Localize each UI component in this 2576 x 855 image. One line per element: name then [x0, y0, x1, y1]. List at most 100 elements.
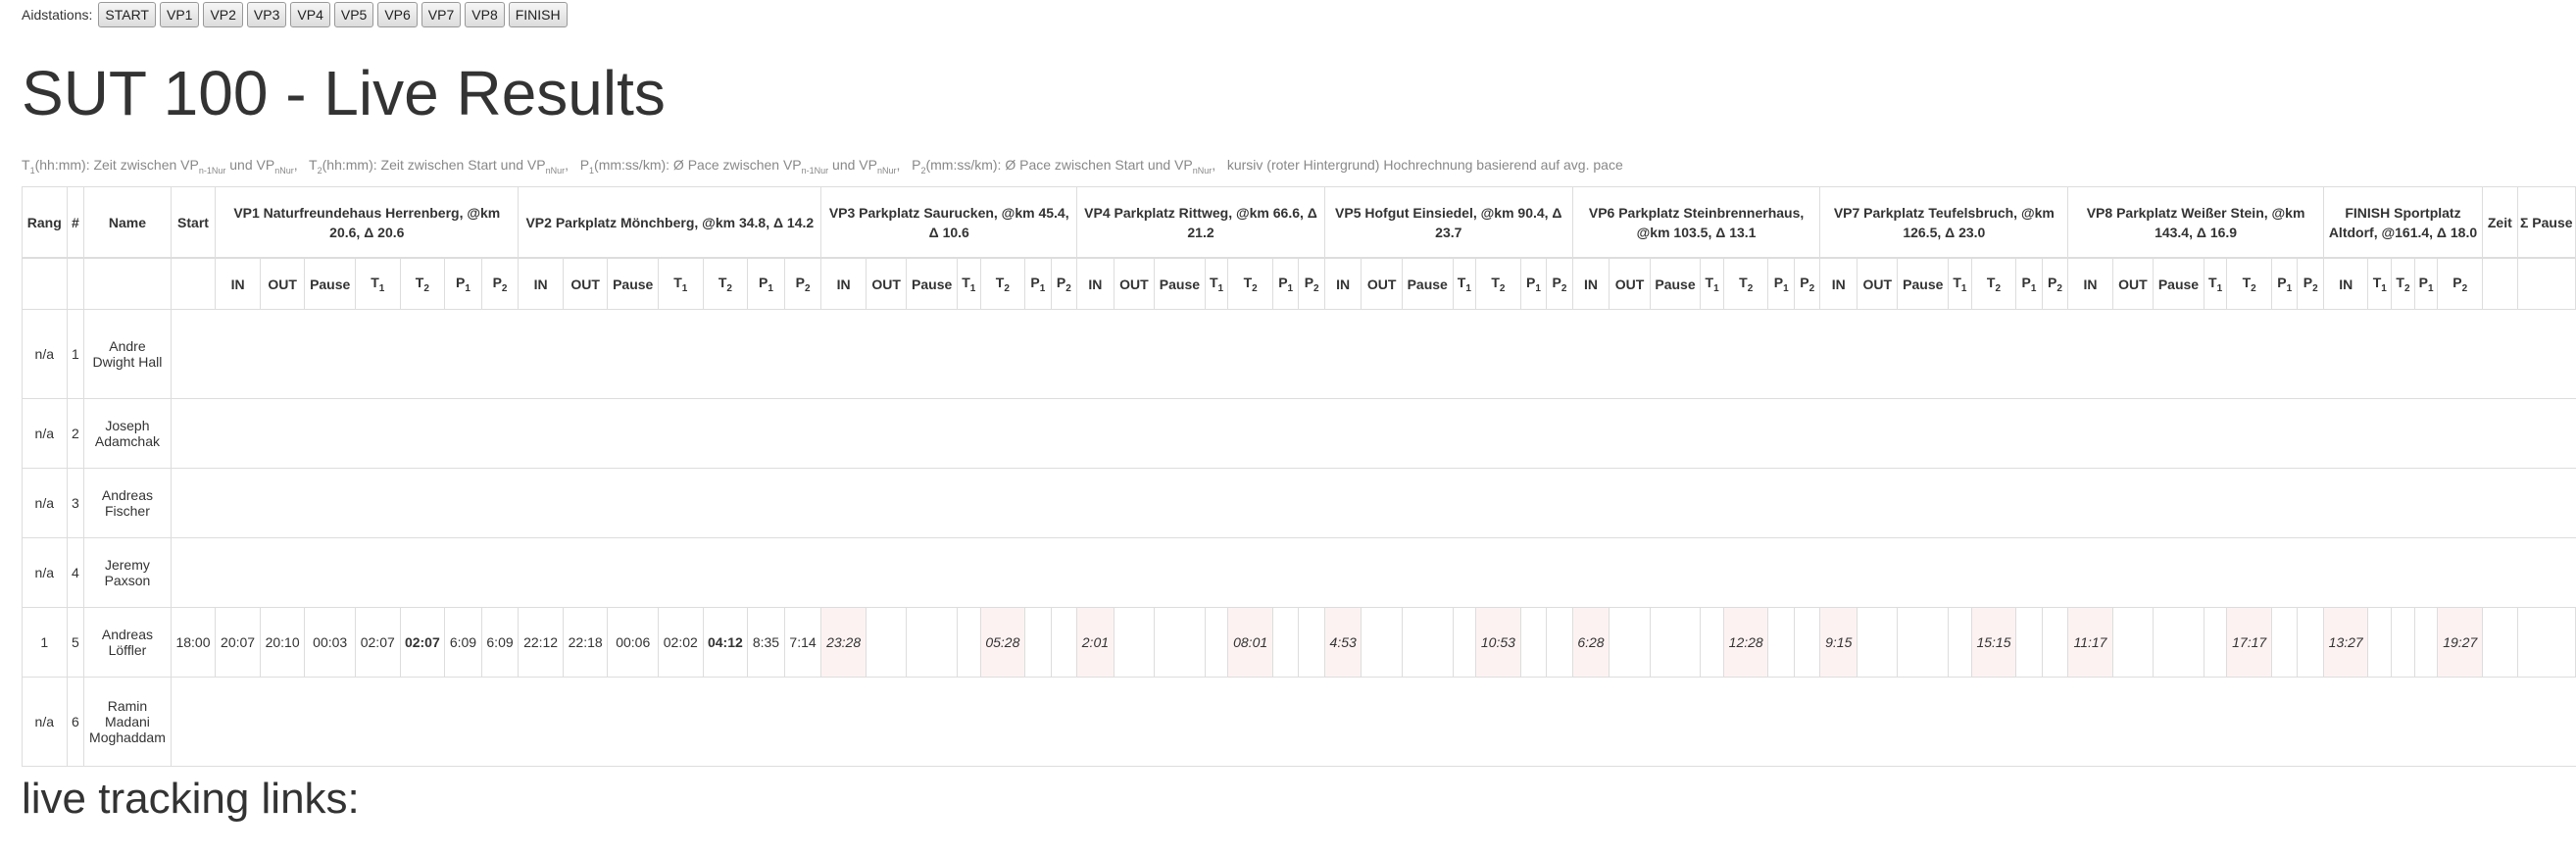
table-row: n/a 1 Andre Dwight Hall: [22, 309, 2576, 399]
aidstation-button-vp1[interactable]: VP1: [159, 2, 200, 27]
header-station-vp6: VP6 Parkplatz Steinbrennerhaus, @km 103.…: [1571, 186, 1821, 259]
vp1-sub-out: OUT: [259, 257, 306, 310]
vp3-sub-p1: P1: [1024, 257, 1052, 310]
cell-vp3-p1: [1024, 607, 1052, 678]
cell-vp7-p1: [2015, 607, 2043, 678]
aidstations-bar: Aidstations: START VP1 VP2 VP3 VP4 VP5 V…: [22, 0, 571, 29]
vp3-sub-in: IN: [820, 257, 867, 310]
cell-number: 3: [66, 468, 85, 538]
cell-name: Joseph Adamchak: [83, 398, 172, 469]
cell-vp2-p1: 8:35: [747, 607, 785, 678]
results-body: n/a 1 Andre Dwight Hall n/a 2 Joseph Adamchak…: [22, 309, 2576, 767]
cell-vp1-out: 20:10: [259, 607, 306, 678]
table-row: n/a 2 Joseph Adamchak: [22, 398, 2576, 469]
cell-vp1-pause: 00:03: [304, 607, 356, 678]
header-station-vp7: VP7 Parkplatz Teufelsbruch, @km 126.5, Δ…: [1819, 186, 2069, 259]
cell-finish-t2-est: 19:27: [2437, 607, 2484, 678]
cell-name: Andreas Fischer: [83, 468, 172, 538]
cell-vp6-p1: [1767, 607, 1795, 678]
vp5-sub-in: IN: [1323, 257, 1362, 310]
vp2-sub-out: OUT: [562, 257, 609, 310]
results-table-wrapper: Rang # Name Start VP1 Naturfreundehaus H…: [22, 186, 2576, 767]
vp2-sub-t2: T2: [702, 257, 749, 310]
vp6-sub-t1: T1: [1700, 257, 1724, 310]
cell-vp3-in: 23:28: [820, 607, 867, 678]
aidstation-button-vp6[interactable]: VP6: [377, 2, 418, 27]
vp6-sub-t2: T2: [1722, 257, 1769, 310]
cell-vp2-out: 22:18: [562, 607, 609, 678]
cell-vp7-pause: [1897, 607, 1950, 678]
aidstation-button-start[interactable]: START: [98, 2, 156, 27]
cell-vp2-t2: 04:12: [702, 607, 749, 678]
cell-vp1-in: 20:07: [215, 607, 261, 678]
table-row: n/a 6 Ramin Madani Moghaddam: [22, 677, 2576, 767]
cell-name: Andre Dwight Hall: [83, 309, 172, 399]
aidstation-button-vp2[interactable]: VP2: [203, 2, 243, 27]
vp7-sub-p2: P2: [2041, 257, 2069, 310]
live-tracking-heading: live tracking links:: [22, 775, 360, 823]
vp5-sub-pause: Pause: [1401, 257, 1454, 310]
vp1-sub-p2: P2: [480, 257, 520, 310]
vp7-sub-t1: T1: [1948, 257, 1972, 310]
cell-name: Andreas Löffler: [83, 607, 172, 678]
cell-vp6-t1: [1700, 607, 1724, 678]
vp6-sub-pause: Pause: [1649, 257, 1702, 310]
table-row: n/a 4 Jeremy Paxson: [22, 537, 2576, 608]
cell-number: 1: [66, 309, 85, 399]
aidstation-button-finish[interactable]: FINISH: [508, 2, 568, 27]
aidstation-button-vp3[interactable]: VP3: [246, 2, 287, 27]
cell-vp3-p2: [1050, 607, 1078, 678]
vp8-sub-p2: P2: [2297, 257, 2324, 310]
cell-vp7-t1: [1948, 607, 1972, 678]
cell-vp6-t2: 12:28: [1722, 607, 1769, 678]
cell-vp7-p2: [2041, 607, 2069, 678]
finish-sub-t1: T1: [2367, 257, 2393, 310]
vp1-sub-pause: Pause: [304, 257, 356, 310]
subheader-row: IN OUT Pause T1 T2 P1 P2 IN OUT Pause T1 T2 P1 P2 IN OU…: [22, 257, 2576, 310]
cell-rang: n/a: [22, 468, 68, 538]
cell-empty-results: [170, 309, 2576, 399]
vp5-sub-p2: P2: [1546, 257, 1573, 310]
cell-sum-pause: [2516, 607, 2576, 678]
aidstation-button-vp4[interactable]: VP4: [290, 2, 330, 27]
cell-vp3-pause: [906, 607, 958, 678]
vp4-sub-p1: P1: [1271, 257, 1300, 310]
cell-vp6-pause: [1649, 607, 1702, 678]
vp4-sub-t2: T2: [1227, 257, 1273, 310]
cell-vp1-t2: 02:07: [399, 607, 446, 678]
vp8-sub-in: IN: [2067, 257, 2113, 310]
cell-vp3-t2: 05:28: [979, 607, 1026, 678]
vp3-sub-p2: P2: [1050, 257, 1078, 310]
header-zeit: Zeit: [2482, 186, 2518, 259]
header-number: #: [66, 186, 85, 259]
cell-vp2-t1: 02:02: [658, 607, 704, 678]
finish-sub-p1: P1: [2413, 257, 2439, 310]
vp6-sub-p1: P1: [1767, 257, 1795, 310]
cell-vp1-p1: 6:09: [444, 607, 482, 678]
vp5-sub-t1: T1: [1452, 257, 1477, 310]
cell-name: Ramin Madani Moghaddam: [83, 677, 172, 767]
vp3-sub-pause: Pause: [906, 257, 958, 310]
cell-vp6-in: 6:28: [1571, 607, 1610, 678]
vp6-sub-p2: P2: [1793, 257, 1821, 310]
vp4-sub-pause: Pause: [1154, 257, 1206, 310]
vp4-sub-out: OUT: [1113, 257, 1156, 310]
header-station-vp3: VP3 Parkplatz Saurucken, @km 45.4, Δ 10.…: [820, 186, 1078, 259]
cell-vp5-p2: [1546, 607, 1573, 678]
cell-vp5-p1: [1519, 607, 1548, 678]
finish-sub-in: IN: [2322, 257, 2369, 310]
aidstation-button-vp8[interactable]: VP8: [465, 2, 505, 27]
cell-vp4-in: 2:01: [1076, 607, 1115, 678]
vp1-sub-p1: P1: [444, 257, 482, 310]
cell-finish-t1: [2367, 607, 2393, 678]
vp6-sub-out: OUT: [1609, 257, 1651, 310]
aidstation-button-vp7[interactable]: VP7: [421, 2, 462, 27]
cell-vp3-out: [865, 607, 908, 678]
vp3-sub-t2: T2: [979, 257, 1026, 310]
cell-finish-p1: [2413, 607, 2439, 678]
cell-vp5-t2: 10:53: [1475, 607, 1521, 678]
cell-vp8-p2: [2297, 607, 2324, 678]
vp8-sub-out: OUT: [2111, 257, 2155, 310]
table-row: n/a 3 Andreas Fischer: [22, 468, 2576, 538]
aidstation-button-vp5[interactable]: VP5: [333, 2, 374, 27]
